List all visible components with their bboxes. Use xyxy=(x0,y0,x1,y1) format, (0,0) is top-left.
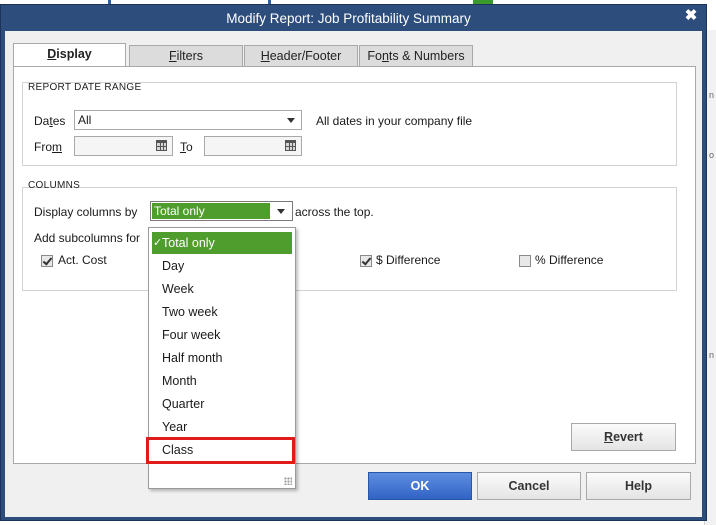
button-label: evert xyxy=(613,430,643,444)
chevron-down-icon[interactable] xyxy=(287,118,295,123)
group-title: COLUMNS xyxy=(28,180,81,191)
label-text: o xyxy=(186,140,193,154)
across-top-text: across the top. xyxy=(295,205,374,219)
tab-label: ts & Numbers xyxy=(388,49,465,63)
display-columns-value: Total only xyxy=(152,203,270,219)
background-text: n xyxy=(709,90,715,100)
group-title: REPORT DATE RANGE xyxy=(28,82,142,93)
dialog-titlebar[interactable]: Modify Report: Job Profitability Summary… xyxy=(1,5,706,32)
percent-difference-checkbox[interactable] xyxy=(519,255,531,267)
display-columns-select[interactable]: Total only xyxy=(150,201,293,221)
tab-fonts-numbers[interactable]: Fonts & Numbers xyxy=(359,45,473,67)
to-label: To xyxy=(180,140,193,154)
report-date-range-group: REPORT DATE RANGE Dates All All dates in… xyxy=(22,82,677,166)
label-text: es xyxy=(52,114,66,128)
background-text: o xyxy=(709,150,715,160)
tab-label-mnemonic: D xyxy=(47,47,57,61)
dropdown-option-year[interactable]: Year xyxy=(152,416,292,438)
help-button[interactable]: Help xyxy=(586,472,691,500)
label-text: Da xyxy=(34,114,50,128)
tab-header-footer[interactable]: Header/Footer xyxy=(244,45,358,67)
tab-display[interactable]: Display xyxy=(13,43,126,67)
tab-label-mnemonic: F xyxy=(168,49,177,63)
label-mnemonic: m xyxy=(52,140,62,154)
dropdown-option-total-only[interactable]: ✓ Total only xyxy=(152,232,292,254)
ok-button[interactable]: OK xyxy=(368,472,472,500)
dropdown-option-day[interactable]: Day xyxy=(152,255,292,277)
columns-group: COLUMNS Display columns by Total only ac… xyxy=(22,180,677,291)
tab-label: eader/Footer xyxy=(269,49,342,63)
calendar-icon[interactable] xyxy=(156,140,167,151)
tab-filters[interactable]: Filters xyxy=(129,45,243,67)
tab-label-mnemonic: n xyxy=(381,49,389,63)
tab-label: ilters xyxy=(176,49,204,63)
calendar-icon[interactable] xyxy=(285,140,296,151)
act-cost-checkbox[interactable] xyxy=(41,255,53,267)
tab-label: isplay xyxy=(56,47,92,61)
to-date-field[interactable] xyxy=(204,136,302,156)
chevron-down-icon[interactable] xyxy=(277,209,285,214)
checkmark-icon: ✓ xyxy=(153,237,163,249)
tab-label-mnemonic: H xyxy=(260,49,270,63)
close-icon[interactable]: ✖ xyxy=(684,8,698,23)
label-text: Fro xyxy=(34,140,52,154)
dropdown-option-quarter[interactable]: Quarter xyxy=(152,393,292,415)
background-text: n xyxy=(709,350,715,360)
dates-label: Dates xyxy=(34,114,65,128)
tab-label: Fo xyxy=(367,49,382,63)
act-cost-label: Act. Cost xyxy=(58,253,107,267)
display-columns-dropdown-list: ✓ Total only Day Week Two week Four week … xyxy=(148,227,296,489)
dates-description: All dates in your company file xyxy=(316,114,473,128)
dates-select-value: All xyxy=(78,113,92,127)
dropdown-option-four-week[interactable]: Four week xyxy=(152,324,292,346)
from-label: From xyxy=(34,140,62,154)
display-columns-label: Display columns by xyxy=(34,205,138,219)
from-date-field[interactable] xyxy=(74,136,173,156)
dropdown-option-two-week[interactable]: Two week xyxy=(152,301,292,323)
percent-difference-label: % Difference xyxy=(535,253,604,267)
button-mnemonic: R xyxy=(604,430,614,444)
modify-report-dialog: Modify Report: Job Profitability Summary… xyxy=(0,4,707,521)
dates-select[interactable]: All xyxy=(74,110,302,130)
dropdown-option-half-month[interactable]: Half month xyxy=(152,347,292,369)
resize-grip-icon[interactable] xyxy=(284,477,292,485)
dollar-difference-label: $ Difference xyxy=(376,253,441,267)
dialog-body: Display Filters Header/Footer Fonts & Nu… xyxy=(5,31,702,517)
revert-button[interactable]: Revert xyxy=(571,423,676,451)
dropdown-option-month[interactable]: Month xyxy=(152,370,292,392)
display-tab-panel: REPORT DATE RANGE Dates All All dates in… xyxy=(13,66,696,464)
dropdown-option-week[interactable]: Week xyxy=(152,278,292,300)
dropdown-option-class[interactable]: Class xyxy=(152,439,292,461)
cancel-button[interactable]: Cancel xyxy=(477,472,581,500)
option-label: Total only xyxy=(162,236,215,250)
add-subcolumns-label: Add subcolumns for xyxy=(34,231,141,245)
dialog-title: Modify Report: Job Profitability Summary xyxy=(226,11,471,26)
dollar-difference-checkbox[interactable] xyxy=(360,255,372,267)
